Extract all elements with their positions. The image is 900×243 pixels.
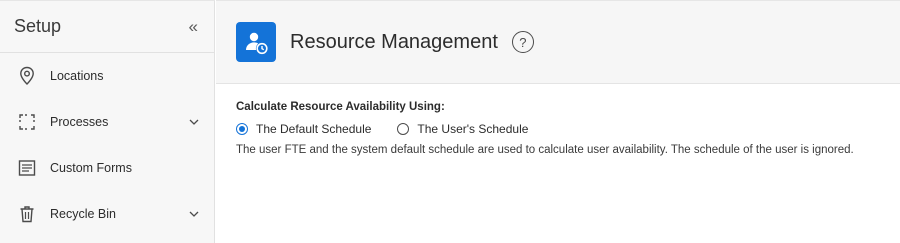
collapse-sidebar-icon[interactable]: « [189, 18, 198, 35]
sidebar-item-locations[interactable]: Locations [0, 53, 214, 99]
page-title: Resource Management [290, 30, 498, 53]
sidebar-header: Setup « [0, 1, 214, 53]
sidebar-item-label: Locations [50, 69, 104, 83]
sidebar-item-recycle-bin[interactable]: Recycle Bin [0, 191, 214, 237]
trash-icon [16, 203, 38, 225]
sidebar-item-processes[interactable]: Processes [0, 99, 214, 145]
chevron-down-icon[interactable] [188, 208, 200, 220]
radio-unselected-icon[interactable] [397, 123, 410, 135]
setup-sidebar: Setup « Locations Processes Custom Forms… [0, 0, 215, 243]
setting-label: Calculate Resource Availability Using: [236, 101, 445, 113]
settings-content: Calculate Resource Availability Using: T… [216, 84, 900, 156]
radio-selected-icon[interactable] [236, 123, 248, 135]
processes-icon [16, 111, 38, 133]
sidebar-title: Setup [14, 16, 62, 36]
resource-management-icon [236, 22, 276, 62]
location-pin-icon [16, 65, 38, 87]
sidebar-item-label: Recycle Bin [50, 207, 116, 221]
chevron-down-icon[interactable] [188, 116, 200, 128]
user-schedule-radio[interactable]: The User's Schedule [397, 122, 528, 136]
setting-description: The user FTE and the system default sche… [236, 144, 854, 156]
default-schedule-radio[interactable]: The Default Schedule [236, 122, 371, 136]
sidebar-item-label: Processes [50, 115, 109, 129]
radio-label: The Default Schedule [256, 122, 372, 136]
radio-label: The User's Schedule [417, 122, 529, 136]
sidebar-item-label: Custom Forms [50, 161, 132, 175]
custom-forms-icon [16, 157, 38, 179]
sidebar-item-custom-forms[interactable]: Custom Forms [0, 145, 214, 191]
page-header: Resource Management ? [216, 0, 900, 84]
help-icon[interactable]: ? [511, 31, 534, 53]
main-panel: Resource Management ? Calculate Resource… [216, 0, 900, 243]
schedule-radio-group: The Default Schedule The User's Schedule [236, 122, 900, 136]
